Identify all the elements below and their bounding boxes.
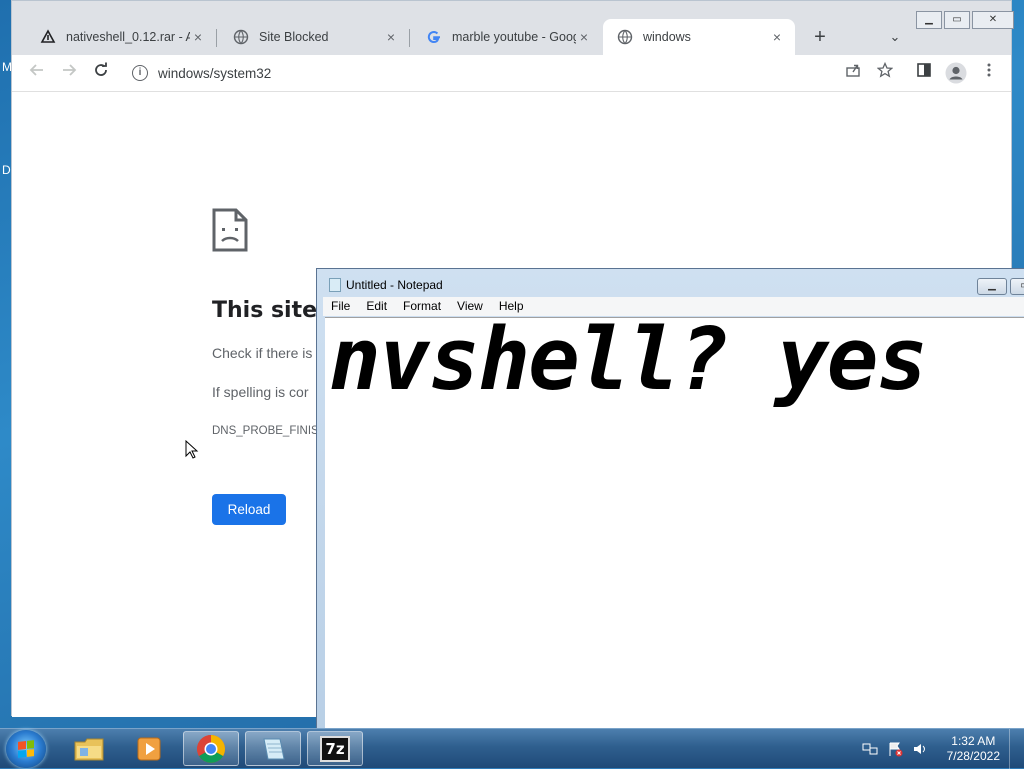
- tab-marble-youtube[interactable]: marble youtube - Googl ×: [412, 19, 602, 55]
- chrome-icon: [197, 734, 225, 763]
- tab-separator: [409, 29, 410, 47]
- windows-flag-icon: [18, 740, 34, 758]
- tab-title: windows: [643, 30, 691, 44]
- start-button[interactable]: [6, 730, 46, 768]
- forward-arrow-icon[interactable]: [58, 62, 80, 84]
- error-code: DNS_PROBE_FINISH: [212, 425, 328, 437]
- clock-time: 1:32 AM: [951, 734, 996, 748]
- tab-site-blocked[interactable]: Site Blocked ×: [219, 19, 409, 55]
- menu-view[interactable]: View: [449, 297, 491, 316]
- volume-icon[interactable]: [912, 741, 928, 757]
- taskbar-media-player[interactable]: [122, 731, 178, 766]
- new-tab-button[interactable]: +: [808, 25, 832, 49]
- notepad-text[interactable]: nvshell? yes: [329, 318, 928, 410]
- globe-icon: [233, 29, 249, 45]
- side-panel-icon[interactable]: [913, 62, 935, 84]
- close-tab-icon[interactable]: ×: [769, 29, 785, 45]
- notepad-title: Untitled - Notepad: [346, 278, 443, 292]
- tab-search-chevron-icon[interactable]: ⌄: [885, 27, 905, 47]
- reload-button[interactable]: Reload: [212, 494, 286, 525]
- desktop-icon-label[interactable]: D: [2, 163, 11, 177]
- taskbar-notepad[interactable]: [245, 731, 301, 766]
- more-menu-icon[interactable]: [978, 62, 1000, 84]
- minimize-button[interactable]: ▁: [916, 11, 942, 29]
- notepad-titlebar: Untitled - Notepad: [329, 278, 443, 292]
- maximize-button[interactable]: ▭: [944, 11, 970, 29]
- google-icon: [427, 31, 440, 44]
- notepad-menubar: File Edit Format View Help: [323, 297, 1024, 316]
- file-explorer-icon: [74, 738, 104, 760]
- network-icon[interactable]: [862, 741, 878, 757]
- close-tab-icon[interactable]: ×: [576, 29, 592, 45]
- taskbar-explorer[interactable]: [61, 731, 117, 766]
- tab-windows[interactable]: windows ×: [603, 19, 795, 55]
- bookmark-star-icon[interactable]: [874, 61, 896, 84]
- tab-title: Site Blocked: [259, 30, 329, 44]
- system-tray: 1:32 AM 7/28/2022: [862, 729, 1000, 769]
- taskbar-chrome[interactable]: [183, 731, 239, 766]
- menu-help[interactable]: Help: [491, 297, 532, 316]
- menu-format[interactable]: Format: [395, 297, 449, 316]
- sad-document-icon: [212, 208, 248, 252]
- show-desktop-button[interactable]: [1009, 729, 1024, 769]
- notepad-window: Untitled - Notepad ▁ ▭ File Edit Format …: [316, 268, 1024, 738]
- menu-file[interactable]: File: [323, 297, 358, 316]
- tab-separator: [216, 29, 217, 47]
- notepad-icon: [263, 738, 285, 759]
- media-player-icon: [137, 737, 161, 760]
- 7zip-icon: 7z: [320, 735, 350, 762]
- minimize-button[interactable]: ▁: [977, 278, 1007, 295]
- download-icon: [40, 29, 56, 43]
- notepad-icon: [329, 278, 341, 292]
- tab-title: nativeshell_0.12.rar - An: [66, 30, 190, 44]
- tab-strip: nativeshell_0.12.rar - An × Site Blocked…: [12, 1, 1014, 55]
- error-suggestion: Check if there is: [212, 345, 313, 361]
- tab-nativeshell[interactable]: nativeshell_0.12.rar - An ×: [26, 19, 216, 55]
- back-arrow-icon[interactable]: [26, 62, 48, 84]
- notepad-text-area[interactable]: nvshell? yes: [325, 317, 1024, 732]
- menu-edit[interactable]: Edit: [358, 297, 395, 316]
- maximize-button[interactable]: ▭: [1010, 278, 1024, 295]
- address-bar[interactable]: i windows/system32: [126, 59, 826, 87]
- window-controls: ▁ ▭ ✕: [916, 11, 1016, 29]
- close-tab-icon[interactable]: ×: [190, 29, 206, 45]
- taskbar-7zip[interactable]: 7z: [307, 731, 363, 766]
- tab-title: marble youtube - Googl: [452, 30, 576, 44]
- url-text[interactable]: windows/system32: [158, 66, 271, 81]
- clock-date: 7/28/2022: [946, 749, 1000, 763]
- profile-avatar-icon[interactable]: [945, 62, 967, 84]
- notepad-window-controls: ▁ ▭: [977, 278, 1024, 295]
- error-suggestion: If spelling is cor: [212, 384, 309, 400]
- close-tab-icon[interactable]: ×: [383, 29, 399, 45]
- reload-icon[interactable]: [90, 62, 112, 84]
- action-center-flag-icon[interactable]: [887, 741, 903, 757]
- share-icon[interactable]: [842, 62, 864, 84]
- clock[interactable]: 1:32 AM 7/28/2022: [947, 734, 1000, 764]
- mouse-cursor-icon: [185, 440, 199, 459]
- site-info-icon[interactable]: i: [132, 65, 148, 81]
- taskbar: 7z 1:32 AM 7/28/2022: [0, 728, 1024, 769]
- browser-toolbar: i windows/system32: [12, 55, 1011, 92]
- globe-icon: [617, 29, 633, 45]
- close-window-button[interactable]: ✕: [972, 11, 1014, 29]
